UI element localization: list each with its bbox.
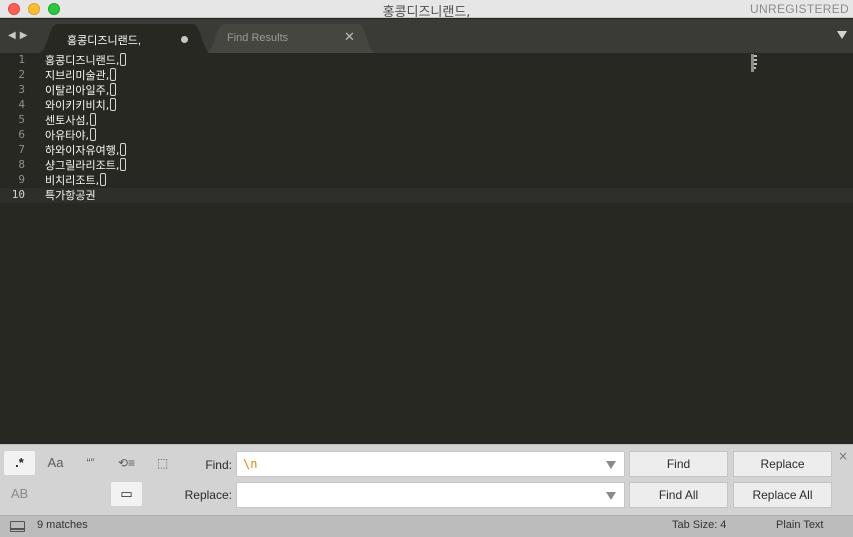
case-sensitive-toggle[interactable]: Aa bbox=[41, 451, 70, 475]
line-text: 샹그릴라리조트, bbox=[45, 159, 120, 172]
line-text: 하와이자유여행, bbox=[45, 144, 120, 157]
tab-find-results-label: Find Results bbox=[227, 32, 289, 44]
close-tab-icon[interactable]: ✕ bbox=[344, 30, 355, 45]
code-line[interactable]: 샹그릴라리조트, bbox=[45, 158, 127, 173]
line-number: 5 bbox=[18, 113, 25, 126]
line-gutter: 1 2 3 4 5 6 7 8 9 10 bbox=[0, 53, 38, 444]
syntax-selector[interactable]: Plain Text bbox=[776, 519, 824, 531]
newline-match-marker bbox=[120, 53, 127, 66]
replace-button[interactable]: Replace bbox=[733, 451, 832, 477]
wrap-toggle[interactable]: ⟲≡ bbox=[112, 451, 141, 475]
replace-label: Replace: bbox=[184, 488, 232, 502]
find-history-dropdown-icon[interactable] bbox=[606, 461, 616, 469]
code-line[interactable]: 아유타야, bbox=[45, 128, 96, 143]
code-line[interactable]: 하와이자유여행, bbox=[45, 143, 127, 158]
newline-match-marker bbox=[120, 143, 127, 156]
find-all-button[interactable]: Find All bbox=[629, 482, 728, 508]
line-text: 센토사섬, bbox=[45, 114, 89, 127]
find-button[interactable]: Find bbox=[629, 451, 728, 477]
line-number: 2 bbox=[18, 68, 25, 81]
line-text: 이탈리아일주, bbox=[45, 84, 110, 97]
current-line-highlight bbox=[0, 188, 853, 203]
newline-match-marker bbox=[89, 113, 96, 126]
find-input[interactable]: \n bbox=[236, 451, 625, 477]
highlight-matches-toggle[interactable]: ▭ bbox=[111, 482, 142, 506]
window-title: 홍콩디즈니랜드, bbox=[382, 5, 471, 20]
line-number: 1 bbox=[18, 53, 25, 66]
status-bar: 9 matches Tab Size: 4 Plain Text bbox=[0, 515, 853, 537]
code-line[interactable]: 지브리미술관, bbox=[45, 68, 117, 83]
line-number: 10 bbox=[11, 188, 25, 201]
close-panel-icon[interactable]: × bbox=[838, 449, 848, 463]
line-number: 7 bbox=[18, 143, 25, 156]
newline-match-marker bbox=[110, 98, 117, 111]
tab-size-selector[interactable]: Tab Size: 4 bbox=[672, 519, 726, 531]
find-replace-panel: .* Aa “” ⟲≡ ⬚ AB ▭ Find: \n Replace: Fin… bbox=[0, 444, 853, 515]
code-line[interactable]: 센토사섬, bbox=[45, 113, 96, 128]
find-input-value: \n bbox=[243, 457, 258, 471]
line-text: 특가항공권 bbox=[45, 189, 96, 202]
tab-document[interactable]: 홍콩디즈니랜드, bbox=[39, 24, 211, 53]
line-number: 3 bbox=[18, 83, 25, 96]
nav-arrows-icon[interactable]: ◀▶ bbox=[8, 30, 31, 41]
code-line[interactable]: 홍콩디즈니랜드, bbox=[45, 53, 127, 68]
tab-document-label: 홍콩디즈니랜드, bbox=[67, 35, 141, 47]
regex-toggle[interactable]: .* bbox=[4, 451, 35, 475]
replace-history-dropdown-icon[interactable] bbox=[606, 492, 616, 500]
title-bar: 홍콩디즈니랜드, UNREGISTERED bbox=[0, 0, 853, 20]
code-line[interactable]: 특가항공권 bbox=[45, 188, 96, 203]
newline-match-marker bbox=[110, 68, 117, 81]
line-text: 와이키키비치, bbox=[45, 99, 110, 112]
newline-match-marker bbox=[89, 128, 96, 141]
replace-input[interactable] bbox=[236, 482, 625, 508]
modified-dot-icon[interactable] bbox=[181, 36, 188, 43]
line-number: 9 bbox=[18, 173, 25, 186]
line-number: 8 bbox=[18, 158, 25, 171]
code-line[interactable]: 비치리조트, bbox=[45, 173, 107, 188]
editor-area[interactable]: 1 2 3 4 5 6 7 8 9 10 홍콩디즈니랜드, 지브리미술관, 이탈… bbox=[0, 53, 853, 444]
newline-match-marker bbox=[110, 83, 117, 96]
minimap[interactable] bbox=[751, 54, 759, 72]
line-text: 비치리조트, bbox=[45, 174, 100, 187]
tab-find-results[interactable]: Find Results ✕ bbox=[206, 24, 376, 53]
line-number: 4 bbox=[18, 98, 25, 111]
preserve-case-toggle[interactable]: AB bbox=[4, 482, 35, 506]
match-count: 9 matches bbox=[37, 519, 88, 531]
line-text: 아유타야, bbox=[45, 129, 89, 142]
sublime-window: 홍콩디즈니랜드, UNREGISTERED ◀▶ 홍콩디즈니랜드, Find R… bbox=[0, 0, 853, 537]
newline-match-marker bbox=[100, 173, 107, 186]
line-text: 홍콩디즈니랜드, bbox=[45, 54, 120, 67]
tab-bar: ◀▶ 홍콩디즈니랜드, Find Results ✕ bbox=[0, 19, 853, 53]
code-line[interactable]: 이탈리아일주, bbox=[45, 83, 117, 98]
panel-icon[interactable] bbox=[10, 521, 25, 532]
chevron-down-icon[interactable] bbox=[837, 31, 847, 39]
unregistered-label: UNREGISTERED bbox=[750, 2, 849, 16]
line-text: 지브리미술관, bbox=[45, 69, 110, 82]
newline-match-marker bbox=[120, 158, 127, 171]
whole-word-toggle[interactable]: “” bbox=[76, 451, 105, 475]
find-label: Find: bbox=[205, 458, 232, 472]
replace-all-button[interactable]: Replace All bbox=[733, 482, 832, 508]
line-number: 6 bbox=[18, 128, 25, 141]
code-line[interactable]: 와이키키비치, bbox=[45, 98, 117, 113]
